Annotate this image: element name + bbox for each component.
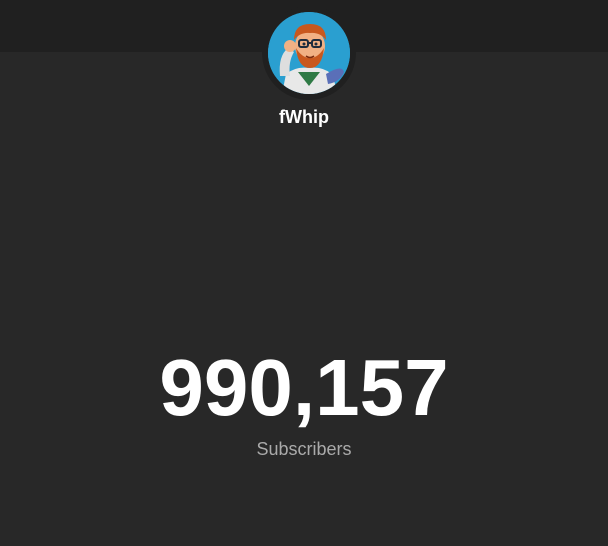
subscriber-counter-page: fWhip 990,157 Subscribers: [0, 0, 608, 546]
cartoon-avatar-icon: [268, 12, 350, 94]
channel-avatar[interactable]: [268, 12, 350, 94]
channel-name[interactable]: fWhip: [0, 106, 608, 128]
subscriber-count: 990,157: [159, 343, 449, 432]
subscriber-count-label: Subscribers: [256, 439, 352, 459]
